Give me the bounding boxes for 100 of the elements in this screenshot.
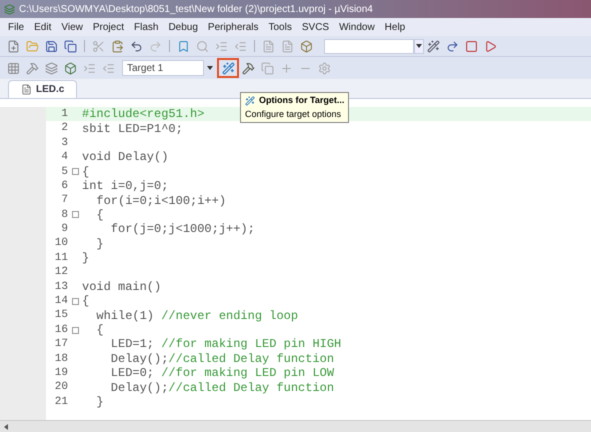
line-number: 14	[54, 294, 68, 310]
code-line: }	[82, 250, 90, 268]
document-icon[interactable]	[262, 40, 275, 52]
code-line: for(j=0;j<1000;j++);	[110, 221, 255, 238]
menu-item[interactable]: Flash	[134, 20, 158, 34]
menu-item[interactable]: Edit	[34, 20, 52, 34]
tooltip-title: Options for Target...	[259, 94, 344, 107]
code-line: {	[82, 164, 90, 180]
paste-icon[interactable]	[111, 40, 124, 52]
line-number: 11	[54, 250, 68, 266]
menu-item[interactable]: Window	[339, 20, 375, 34]
stop-icon[interactable]	[465, 40, 478, 52]
line-number: 4	[60, 150, 68, 166]
line-number: 20	[54, 380, 68, 396]
code-line: int i=0,j=0;	[82, 178, 168, 195]
code-line: for(i=0;i<100;i++)	[95, 192, 226, 209]
line-number: 10	[54, 236, 68, 252]
line-number: 5	[60, 164, 68, 180]
bookmark-icon[interactable]	[177, 40, 190, 52]
line-number: 3	[60, 136, 68, 151]
code-line: sbit LED=P1^0;	[82, 120, 183, 138]
settings-icon[interactable]	[318, 62, 331, 74]
code-line: void Delay()	[82, 149, 168, 166]
undo-icon[interactable]	[130, 40, 143, 52]
tooltip-description: Configure target options	[245, 108, 342, 121]
code-line: }	[95, 394, 104, 412]
dropdown-button[interactable]	[414, 38, 424, 54]
new-file-icon[interactable]	[7, 40, 20, 52]
horizontal-scrollbar[interactable]	[0, 420, 591, 432]
target-select[interactable]: Target 1	[122, 60, 204, 76]
code-line: Delay();//called Delay function	[110, 380, 334, 397]
line-number: 12	[54, 265, 68, 280]
plus-icon[interactable]	[280, 62, 293, 74]
wand-icon[interactable]	[427, 40, 440, 52]
options-button[interactable]	[217, 58, 239, 78]
redo-icon[interactable]	[149, 40, 162, 52]
grid-icon[interactable]	[7, 62, 20, 74]
line-number: 2	[60, 121, 68, 136]
menu-item[interactable]: Help	[384, 20, 406, 34]
copy-icon[interactable]	[261, 62, 274, 74]
menu-item[interactable]: Peripherals	[208, 20, 258, 34]
menu-item[interactable]: Tools	[268, 20, 292, 34]
caret-icon[interactable]	[207, 66, 213, 70]
line-number: 19	[54, 366, 68, 381]
cut-icon[interactable]	[92, 40, 105, 52]
folder-icon[interactable]	[26, 40, 39, 52]
line-number: 21	[54, 394, 68, 410]
indent-icon[interactable]	[215, 40, 228, 52]
run-icon[interactable]	[484, 40, 497, 52]
box-icon[interactable]	[300, 40, 313, 52]
code-line: void main()	[82, 278, 162, 295]
outdent-icon[interactable]	[234, 40, 247, 52]
menu-item[interactable]: Project	[92, 20, 124, 34]
fold-icon[interactable]	[72, 326, 78, 334]
menu-item[interactable]: Debug	[168, 20, 198, 34]
fold-icon[interactable]	[72, 298, 78, 305]
search-icon[interactable]	[196, 40, 209, 52]
code-line: Delay();//called Delay function	[110, 350, 334, 367]
code-line: LED=0; //for making LED pin LOW	[110, 365, 334, 382]
caret-icon	[416, 44, 422, 48]
find-field[interactable]	[324, 38, 414, 54]
code-line: while(1) //never ending loop	[95, 308, 298, 324]
fold-icon[interactable]	[72, 168, 78, 176]
app-icon	[4, 4, 15, 14]
line-number: 8	[60, 208, 68, 223]
menu-item[interactable]: SVCS	[302, 20, 330, 34]
line-number: 15	[54, 308, 68, 324]
package-icon[interactable]	[64, 62, 77, 74]
download-icon[interactable]	[242, 62, 255, 74]
rebuild-icon[interactable]	[45, 62, 58, 74]
file-icon	[21, 84, 32, 95]
document-icon[interactable]	[281, 40, 294, 52]
line-number: 9	[60, 222, 68, 238]
menu-item[interactable]: File	[8, 20, 24, 34]
build-icon[interactable]	[26, 62, 39, 74]
line-number: 16	[54, 322, 68, 338]
line-number: 6	[60, 178, 68, 194]
wand-icon	[222, 62, 234, 74]
batch-icon[interactable]	[83, 62, 96, 74]
window-title: C:\Users\SOWMYA\Desktop\8051_test\New folder (2)\project1.uvproj - µVision4	[19, 2, 373, 16]
line-number: 7	[60, 193, 68, 208]
line-number: 13	[54, 280, 68, 295]
save-all-icon[interactable]	[64, 40, 77, 52]
line-number: 1	[60, 106, 68, 122]
fold-icon[interactable]	[72, 211, 78, 218]
line-number: 18	[54, 352, 68, 367]
code-line: {	[95, 322, 104, 340]
scroll-left-icon[interactable]	[4, 424, 8, 430]
code-line: }	[95, 236, 104, 253]
code-line: {	[82, 293, 90, 310]
line-number: 17	[54, 337, 68, 352]
stop-build-icon[interactable]	[102, 62, 115, 74]
file-tab[interactable]: LED.c	[8, 80, 78, 98]
code-line: LED=1; //for making LED pin HIGH	[110, 336, 342, 353]
save-icon[interactable]	[45, 40, 58, 52]
menu-item[interactable]: View	[61, 20, 83, 34]
code-line: #include<reg51.h>	[82, 106, 204, 123]
arrow-icon[interactable]	[446, 40, 459, 52]
wand-icon	[245, 96, 255, 106]
code-line: {	[95, 206, 104, 224]
